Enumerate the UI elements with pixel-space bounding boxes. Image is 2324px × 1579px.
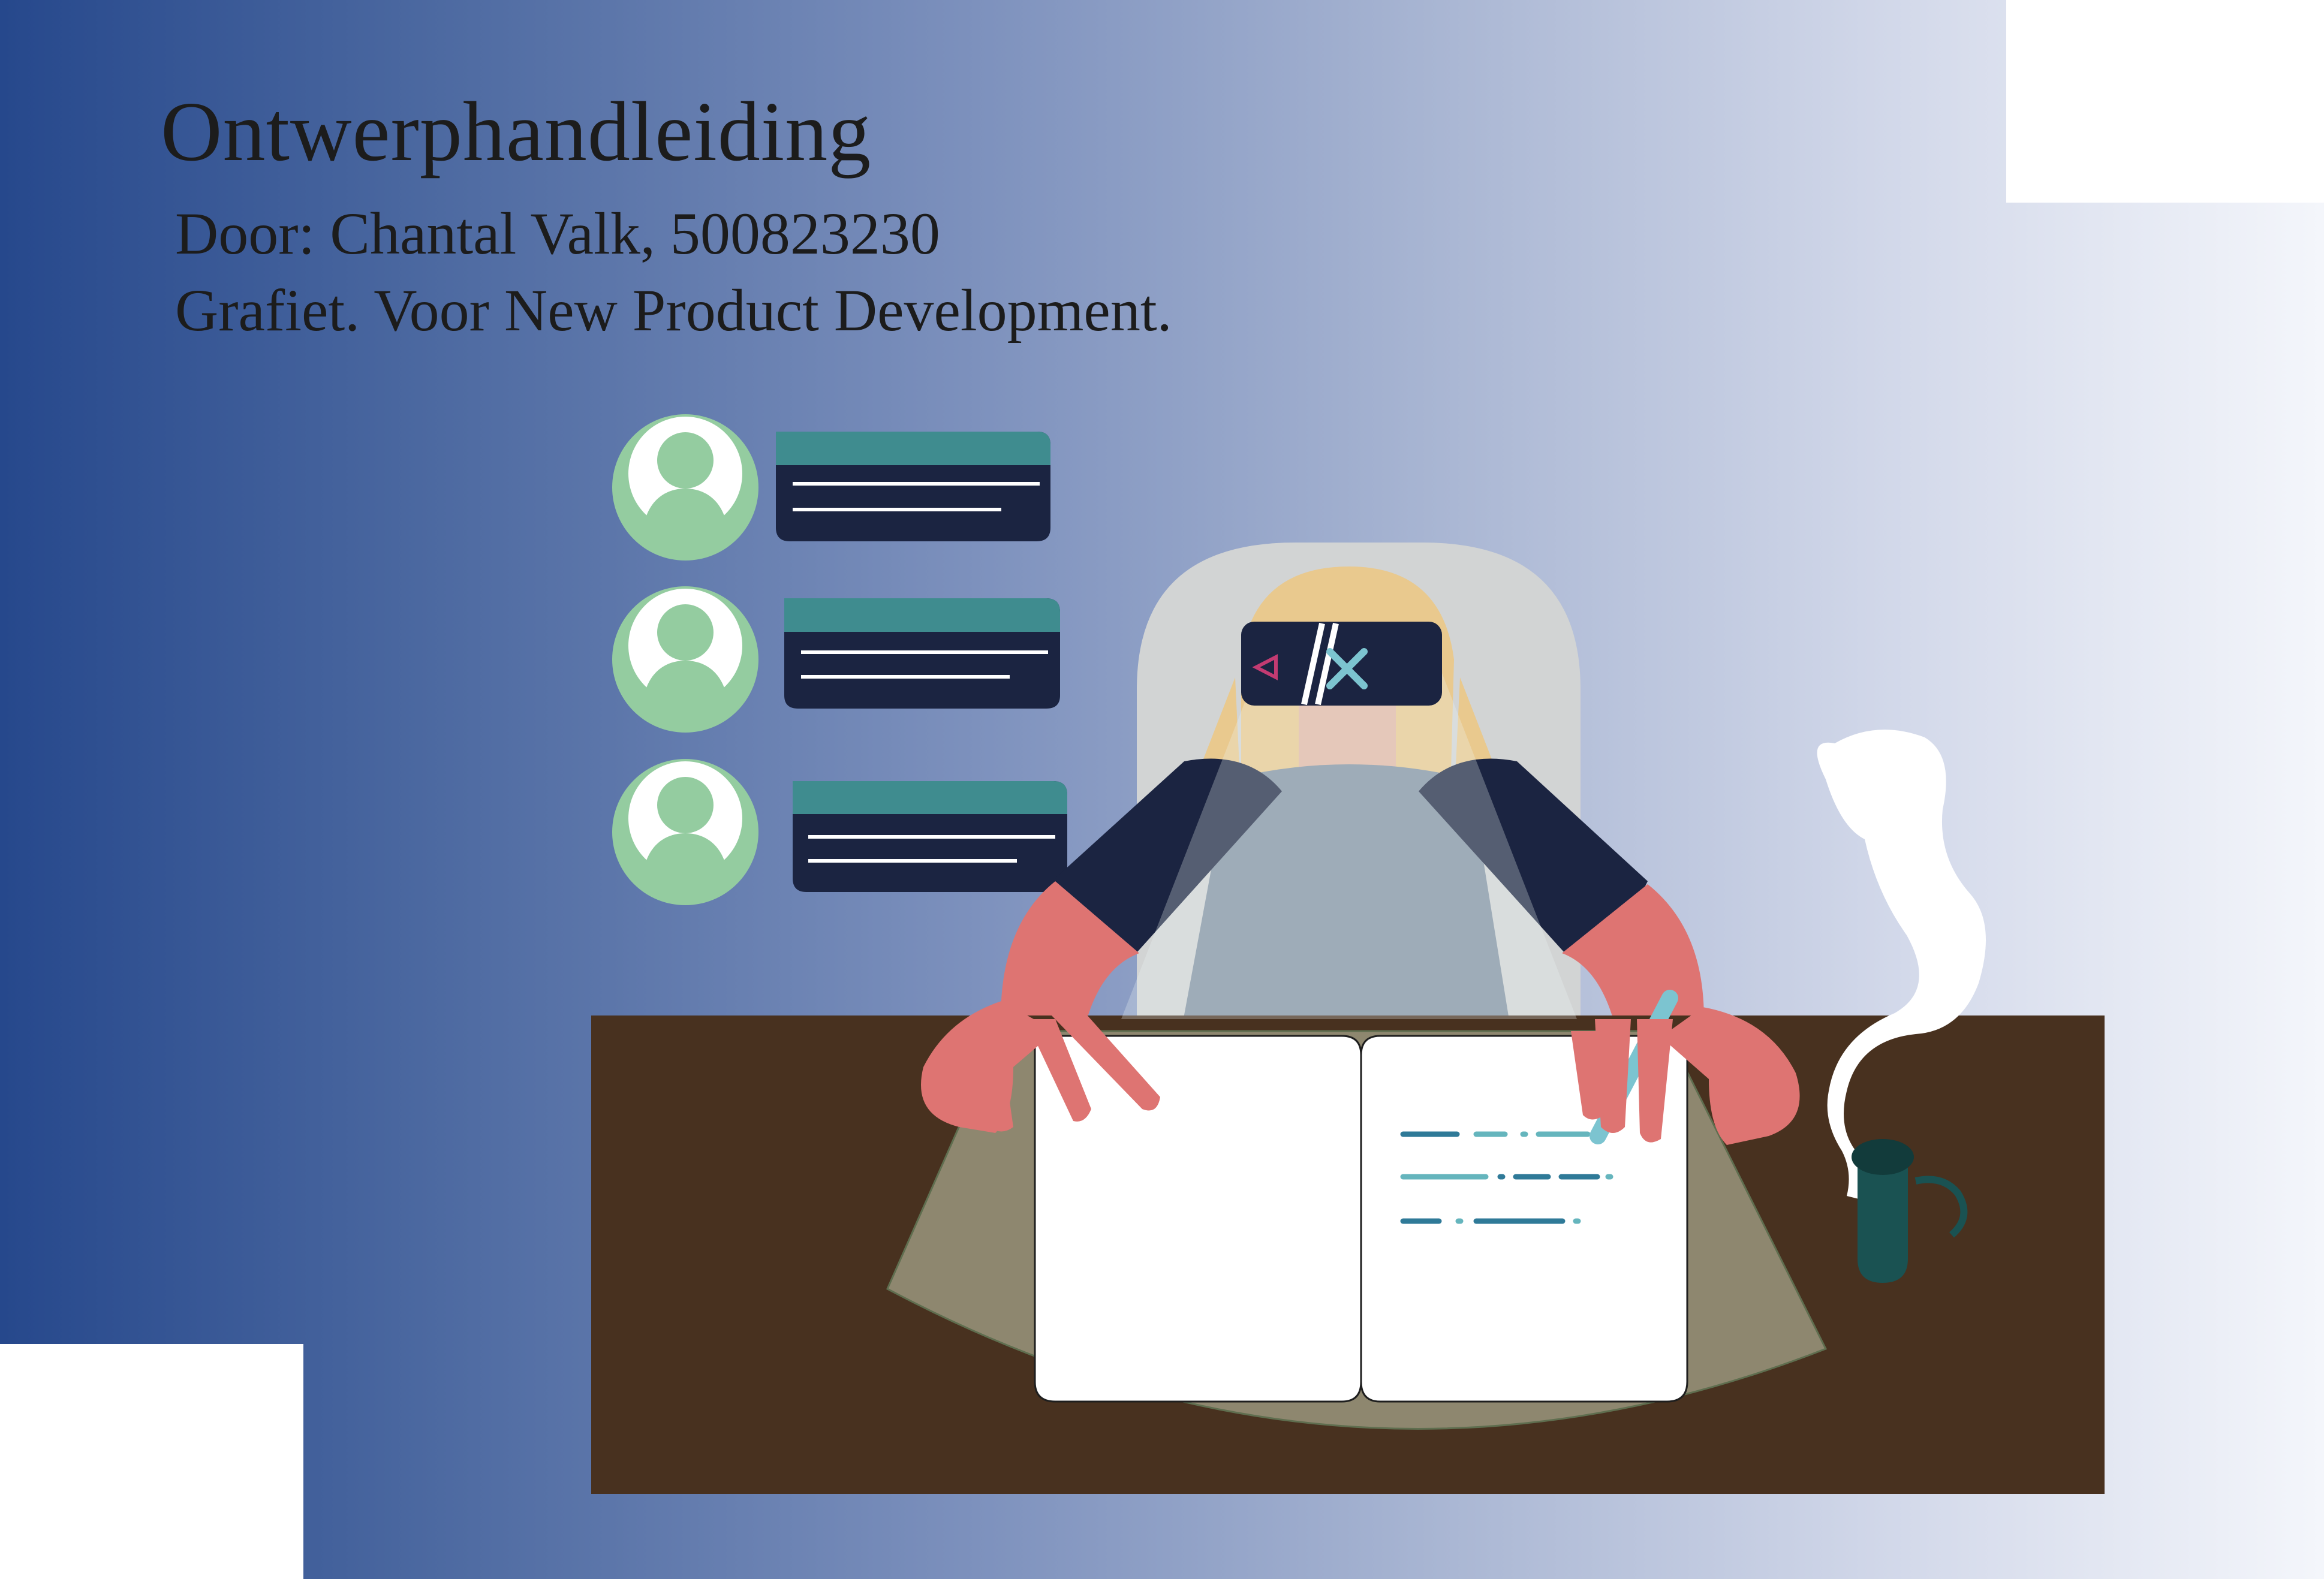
chat-panel — [612, 414, 1067, 905]
user-avatar-icon — [612, 586, 758, 733]
chat-text-line — [793, 482, 1040, 486]
chat-text-line — [808, 859, 1017, 863]
chat-bubble-header — [784, 598, 1060, 632]
chat-text-line — [808, 835, 1055, 839]
chat-text-line — [801, 675, 1010, 679]
chat-message — [612, 586, 1060, 733]
chat-bubble-header — [776, 432, 1050, 465]
chat-bubble-header — [793, 781, 1067, 814]
vr-headset-icon — [1241, 622, 1442, 706]
chat-text-line — [793, 508, 1001, 511]
chat-message — [612, 414, 1050, 561]
illustration — [591, 414, 2105, 1494]
user-avatar-icon — [612, 414, 758, 561]
chat-message — [612, 759, 1067, 905]
user-avatar-icon — [612, 759, 758, 905]
chat-text-line — [801, 650, 1048, 654]
